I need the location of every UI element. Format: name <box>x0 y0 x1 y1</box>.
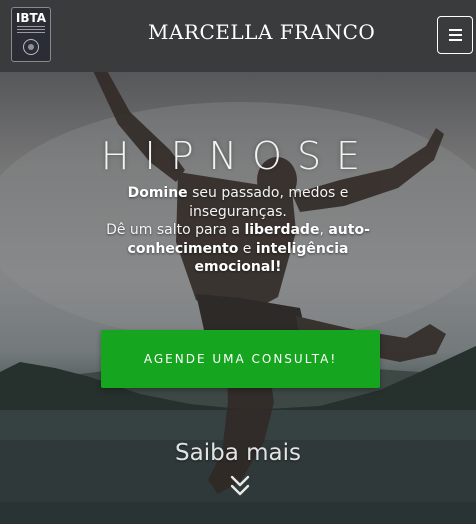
logo-seal-icon <box>23 39 39 55</box>
hero-subtitle: Domine seu passado, medos e inseguranças… <box>88 184 388 277</box>
ibta-logo[interactable]: IBTA <box>11 7 51 62</box>
subtitle-text: e <box>238 240 256 257</box>
logo-text: IBTA <box>15 11 47 25</box>
hamburger-icon <box>449 29 462 31</box>
menu-toggle-button[interactable] <box>437 16 473 54</box>
hero-headline: HIPNOSE <box>100 134 376 178</box>
subtitle-text: Dê um salto para a <box>106 222 245 238</box>
learn-more-link[interactable]: Saiba mais <box>0 440 476 466</box>
site-header: IBTA MARCELLA FRANCO <box>0 0 476 72</box>
subtitle-bold-liberdade: liberdade <box>244 222 320 238</box>
double-chevron-down-icon[interactable] <box>228 474 252 498</box>
brand-name[interactable]: MARCELLA FRANCO <box>148 20 375 44</box>
schedule-consultation-button[interactable]: AGENDE UMA CONSULTA! <box>101 330 380 388</box>
subtitle-text: seu passado, medos e inseguranças. <box>187 185 349 220</box>
subtitle-bold-domine: Domine <box>127 185 188 201</box>
logo-lines <box>17 26 45 35</box>
